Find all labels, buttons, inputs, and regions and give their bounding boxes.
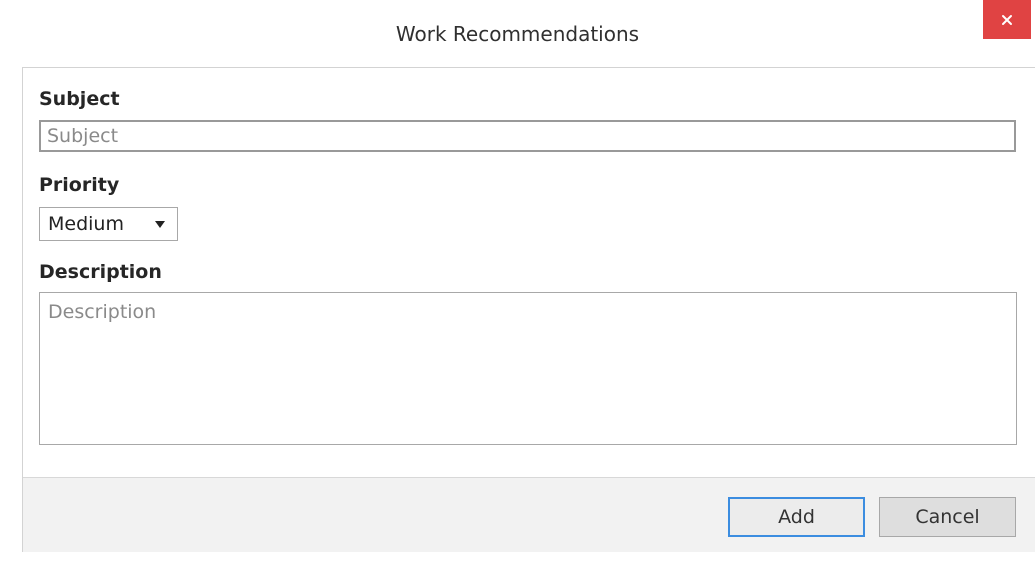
title-bar: Work Recommendations [0,0,1035,70]
subject-input[interactable] [39,120,1016,152]
cancel-button[interactable]: Cancel [879,497,1016,537]
caret-down-icon [155,221,165,228]
dialog-window: Work Recommendations Subject Priority Me… [0,0,1035,567]
description-textarea[interactable] [39,292,1017,445]
priority-label: Priority [39,174,120,196]
priority-selected-value: Medium [48,213,124,235]
add-button[interactable]: Add [728,497,865,537]
form-panel: Subject Priority Medium Description Add … [22,67,1035,552]
priority-select[interactable]: Medium [39,207,178,241]
close-icon [1002,14,1012,25]
dialog-title: Work Recommendations [395,22,640,46]
close-button[interactable] [983,0,1031,39]
subject-label: Subject [39,88,120,110]
description-label: Description [39,261,162,283]
dialog-footer: Add Cancel [23,477,1035,552]
